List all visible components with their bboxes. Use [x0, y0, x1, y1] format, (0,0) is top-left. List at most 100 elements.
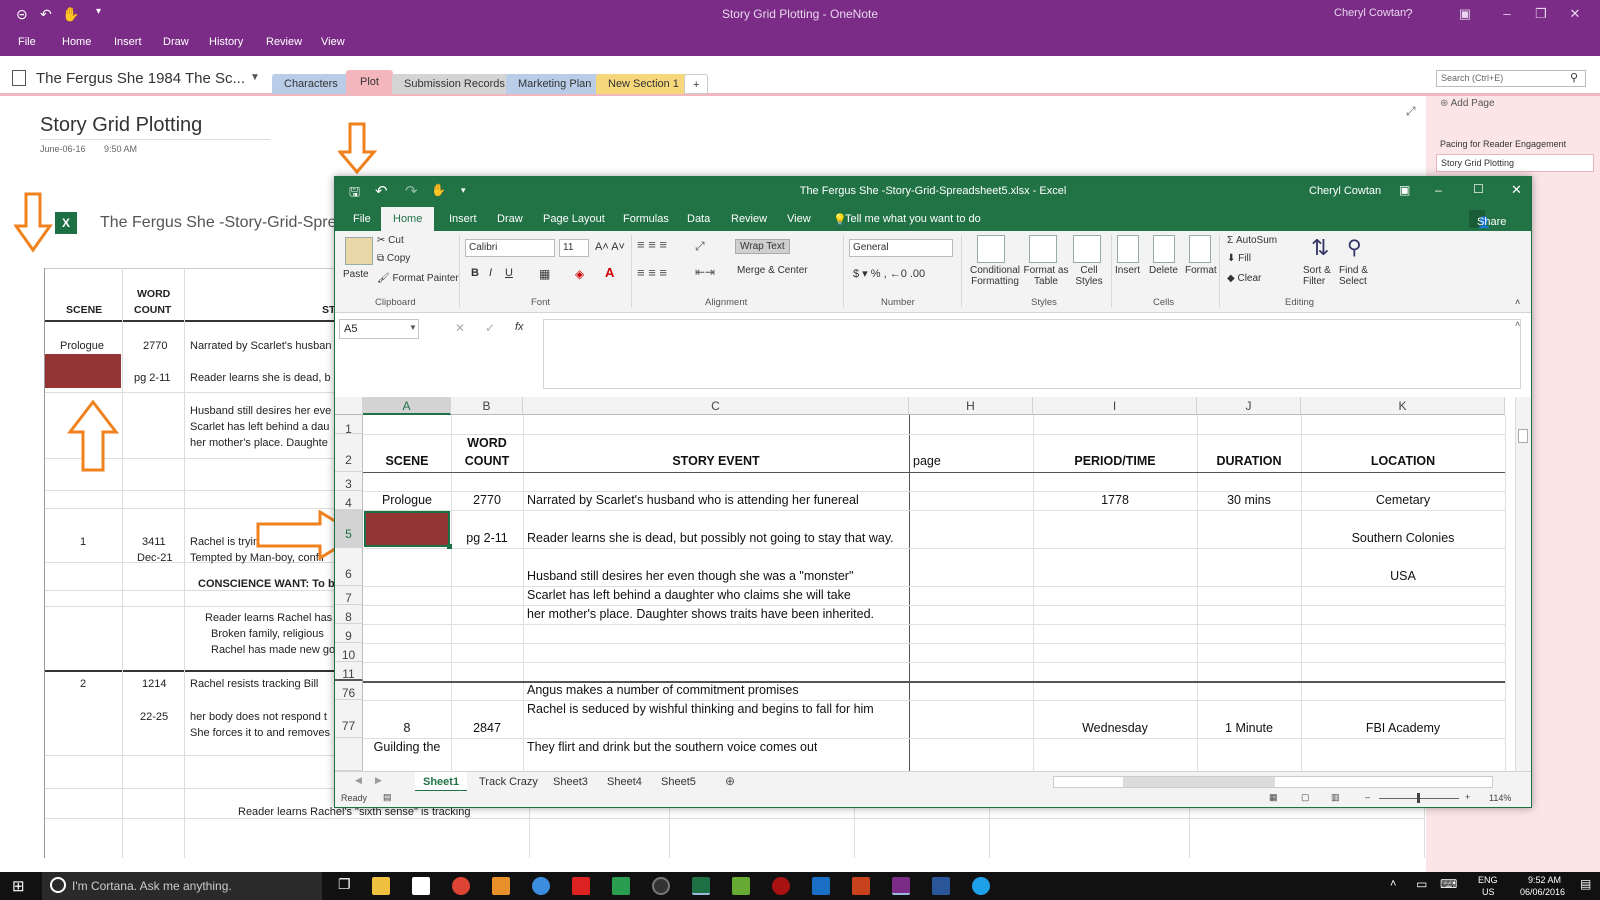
- maximize-icon[interactable]: ☐: [1473, 182, 1484, 196]
- borders-icon[interactable]: ▦: [539, 267, 550, 281]
- close-icon[interactable]: ✕: [1511, 182, 1522, 198]
- internet-explorer-icon[interactable]: [972, 877, 990, 895]
- restore-icon[interactable]: ❐: [1530, 4, 1552, 24]
- tab-page-layout[interactable]: Page Layout: [543, 213, 605, 225]
- name-box[interactable]: A5: [339, 319, 419, 339]
- clock-date[interactable]: 06/06/2016: [1520, 887, 1565, 897]
- media-player-icon[interactable]: [492, 877, 510, 895]
- menu-home[interactable]: Home: [62, 36, 91, 48]
- new-sheet-icon[interactable]: ⊕: [725, 774, 735, 788]
- enter-icon[interactable]: ✓: [485, 321, 495, 335]
- horizontal-scroll-thumb[interactable]: [1123, 777, 1275, 787]
- cell-h2[interactable]: page: [913, 454, 941, 468]
- cell-a4[interactable]: Prologue: [363, 493, 451, 507]
- onenote-taskbar-icon[interactable]: [892, 877, 910, 895]
- cell-a78[interactable]: Guilding the: [363, 740, 451, 754]
- cell-styles-icon[interactable]: [1073, 235, 1101, 263]
- next-sheet-icon[interactable]: ▶: [375, 775, 382, 786]
- menu-draw[interactable]: Draw: [163, 36, 189, 48]
- action-center-icon[interactable]: ▤: [1580, 877, 1591, 891]
- menu-file[interactable]: File: [18, 36, 36, 48]
- ribbon-display-icon[interactable]: ▣: [1399, 183, 1410, 197]
- word-icon[interactable]: [932, 877, 950, 895]
- cell-c76[interactable]: Angus makes a number of commitment promi…: [527, 683, 799, 697]
- windows-start-icon[interactable]: ⊞: [12, 877, 25, 895]
- cell-b4[interactable]: 2770: [451, 493, 523, 507]
- cell-c77-line1[interactable]: Rachel is seduced by wishful thinking an…: [527, 702, 874, 716]
- camera-app-icon[interactable]: [652, 877, 670, 895]
- column-header[interactable]: J: [1197, 397, 1301, 415]
- row-header[interactable]: 76: [335, 681, 363, 700]
- cell-b77[interactable]: 2847: [451, 721, 523, 735]
- row-header[interactable]: 1: [335, 415, 363, 436]
- sheet-tab-track-crazy[interactable]: Track Crazy: [471, 772, 546, 792]
- row-header[interactable]: 10: [335, 643, 363, 662]
- column-header[interactable]: B: [451, 397, 523, 415]
- conditional-formatting-button[interactable]: Conditional Formatting: [967, 265, 1023, 287]
- tab-submission-records[interactable]: Submission Records: [392, 74, 517, 94]
- cell-c6[interactable]: Husband still desires her even though sh…: [527, 569, 853, 583]
- row-header[interactable]: 5: [335, 510, 363, 548]
- minimize-icon[interactable]: –: [1435, 183, 1442, 197]
- row-header[interactable]: 77: [335, 700, 363, 738]
- language-us[interactable]: US: [1482, 887, 1495, 897]
- row-header[interactable]: 8: [335, 605, 363, 624]
- grow-font-icon[interactable]: A˄ A˅: [595, 241, 625, 253]
- google-drive-icon[interactable]: [612, 877, 630, 895]
- column-header[interactable]: K: [1301, 397, 1505, 415]
- cell-k5[interactable]: Southern Colonies: [1301, 531, 1505, 545]
- user-name[interactable]: Cheryl Cowtan: [1334, 7, 1406, 19]
- cell-k2[interactable]: LOCATION: [1301, 454, 1505, 468]
- row-header[interactable]: 4: [335, 491, 363, 510]
- cell-a2[interactable]: SCENE: [363, 454, 451, 468]
- format-cells-icon[interactable]: [1189, 235, 1211, 263]
- outlook-icon[interactable]: [812, 877, 830, 895]
- merge-center-button[interactable]: Merge & Center: [737, 265, 808, 276]
- cancel-icon[interactable]: ✕: [455, 321, 465, 335]
- collapse-ribbon-icon[interactable]: ˄: [1515, 297, 1520, 307]
- tab-insert[interactable]: Insert: [449, 213, 477, 225]
- copy-button[interactable]: ⧉ Copy: [377, 253, 410, 264]
- prev-sheet-icon[interactable]: ◀: [355, 775, 362, 786]
- sheet-tab-sheet3[interactable]: Sheet3: [545, 772, 596, 792]
- clear-button[interactable]: ◆ Clear: [1227, 273, 1261, 284]
- wrap-text-button[interactable]: Wrap Text: [735, 239, 790, 254]
- tab-characters[interactable]: Characters: [272, 74, 350, 94]
- tab-review[interactable]: Review: [731, 213, 767, 225]
- sheet-tab-sheet4[interactable]: Sheet4: [599, 772, 650, 792]
- notification-icon[interactable]: ▭: [1416, 877, 1427, 891]
- itunes-icon[interactable]: [532, 877, 550, 895]
- find-icon[interactable]: ⚲: [1347, 235, 1362, 260]
- delete-cells-button[interactable]: Delete: [1149, 265, 1178, 276]
- bold-icon[interactable]: B: [471, 267, 479, 279]
- excel-taskbar-icon[interactable]: [692, 877, 710, 895]
- underline-icon[interactable]: U: [505, 267, 513, 279]
- cell-c78[interactable]: They flirt and drink but the southern vo…: [527, 740, 817, 754]
- row-header[interactable]: 11: [335, 662, 363, 681]
- minimize-icon[interactable]: –: [1496, 4, 1518, 24]
- italic-icon[interactable]: I: [489, 267, 492, 279]
- sheet-tab-sheet1[interactable]: Sheet1: [415, 772, 468, 792]
- tab-home[interactable]: Home: [381, 207, 435, 231]
- page-item-pacing[interactable]: Pacing for Reader Engagement: [1436, 136, 1594, 152]
- page-break-view-icon[interactable]: ▥: [1331, 792, 1340, 803]
- expand-icon[interactable]: ⤢: [1406, 104, 1416, 119]
- column-header[interactable]: C: [523, 397, 909, 415]
- chevron-down-icon[interactable]: ▼: [250, 72, 260, 83]
- cell-b2[interactable]: COUNT: [451, 454, 523, 468]
- insert-cells-button[interactable]: Insert: [1115, 265, 1140, 276]
- cell-b2-line1[interactable]: WORD: [451, 436, 523, 450]
- tab-draw[interactable]: Draw: [497, 213, 523, 225]
- row-header[interactable]: 2: [335, 434, 363, 472]
- row-header[interactable]: 6: [335, 548, 363, 586]
- autosum-button[interactable]: Σ AutoSum: [1227, 235, 1277, 246]
- sort-filter-icon[interactable]: ⇅: [1311, 235, 1329, 261]
- normal-view-icon[interactable]: ▦: [1269, 792, 1278, 803]
- menu-view[interactable]: View: [321, 36, 345, 48]
- chrome-icon[interactable]: [452, 877, 470, 895]
- embedded-file-name[interactable]: The Fergus She -Story-Grid-Spre: [100, 214, 337, 232]
- store-icon[interactable]: [412, 877, 430, 895]
- audio-app-icon[interactable]: [732, 877, 750, 895]
- file-explorer-icon[interactable]: [372, 877, 390, 895]
- sheet-tab-sheet5[interactable]: Sheet5: [653, 772, 704, 792]
